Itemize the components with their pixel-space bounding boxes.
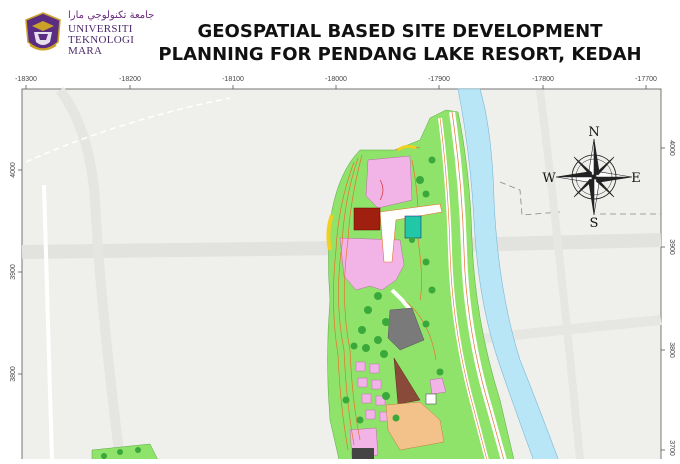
compass-w: W: [542, 171, 556, 186]
title-line-2: PLANNING FOR PENDANG LAKE RESORT, KEDAH: [158, 44, 642, 65]
compass-s: S: [590, 216, 599, 231]
y-tick: 3700: [668, 440, 675, 456]
compass-e: E: [631, 171, 641, 186]
x-tick: -18200: [119, 76, 141, 83]
y-tick: 4000: [668, 140, 675, 156]
map-svg[interactable]: -18300 -18200 -18100 -18000 -17900 -1780…: [0, 70, 680, 464]
y-tick: 3900: [10, 264, 17, 280]
header: جامعة تكنولوجي مارا UNIVERSITI TEKNOLOGI…: [0, 0, 680, 72]
title-line-1: GEOSPATIAL BASED SITE DEVELOPMENT: [197, 21, 603, 42]
teal-building: [404, 215, 422, 239]
university-line-3: MARA: [68, 45, 103, 57]
y-tick: 3900: [668, 239, 675, 255]
dark-red-building: [353, 207, 381, 231]
x-tick: -18100: [222, 76, 244, 83]
dark-building: [352, 448, 374, 460]
x-tick: -17900: [428, 76, 450, 83]
y-axis-ticks-left: 4000 3900 3800: [10, 162, 17, 382]
x-axis-ticks: -18300 -18200 -18100 -18000 -17900 -1780…: [15, 76, 657, 83]
uitm-crest-icon: [25, 12, 61, 51]
map-frame[interactable]: -18300 -18200 -18100 -18000 -17900 -1780…: [0, 70, 680, 464]
x-tick: -18300: [15, 76, 37, 83]
y-tick: 3800: [10, 366, 17, 382]
x-tick: -17700: [635, 76, 657, 83]
y-tick: 4000: [10, 162, 17, 178]
y-tick: 3800: [668, 342, 675, 358]
y-axis-ticks-right: 4000 3900 3800 3700: [668, 140, 675, 456]
compass-n: N: [588, 125, 599, 140]
facility-symbol-icon: [425, 393, 437, 405]
x-tick: -18000: [325, 76, 347, 83]
x-tick: -17800: [532, 76, 554, 83]
map-title: GEOSPATIAL BASED SITE DEVELOPMENT PLANNI…: [140, 20, 660, 66]
